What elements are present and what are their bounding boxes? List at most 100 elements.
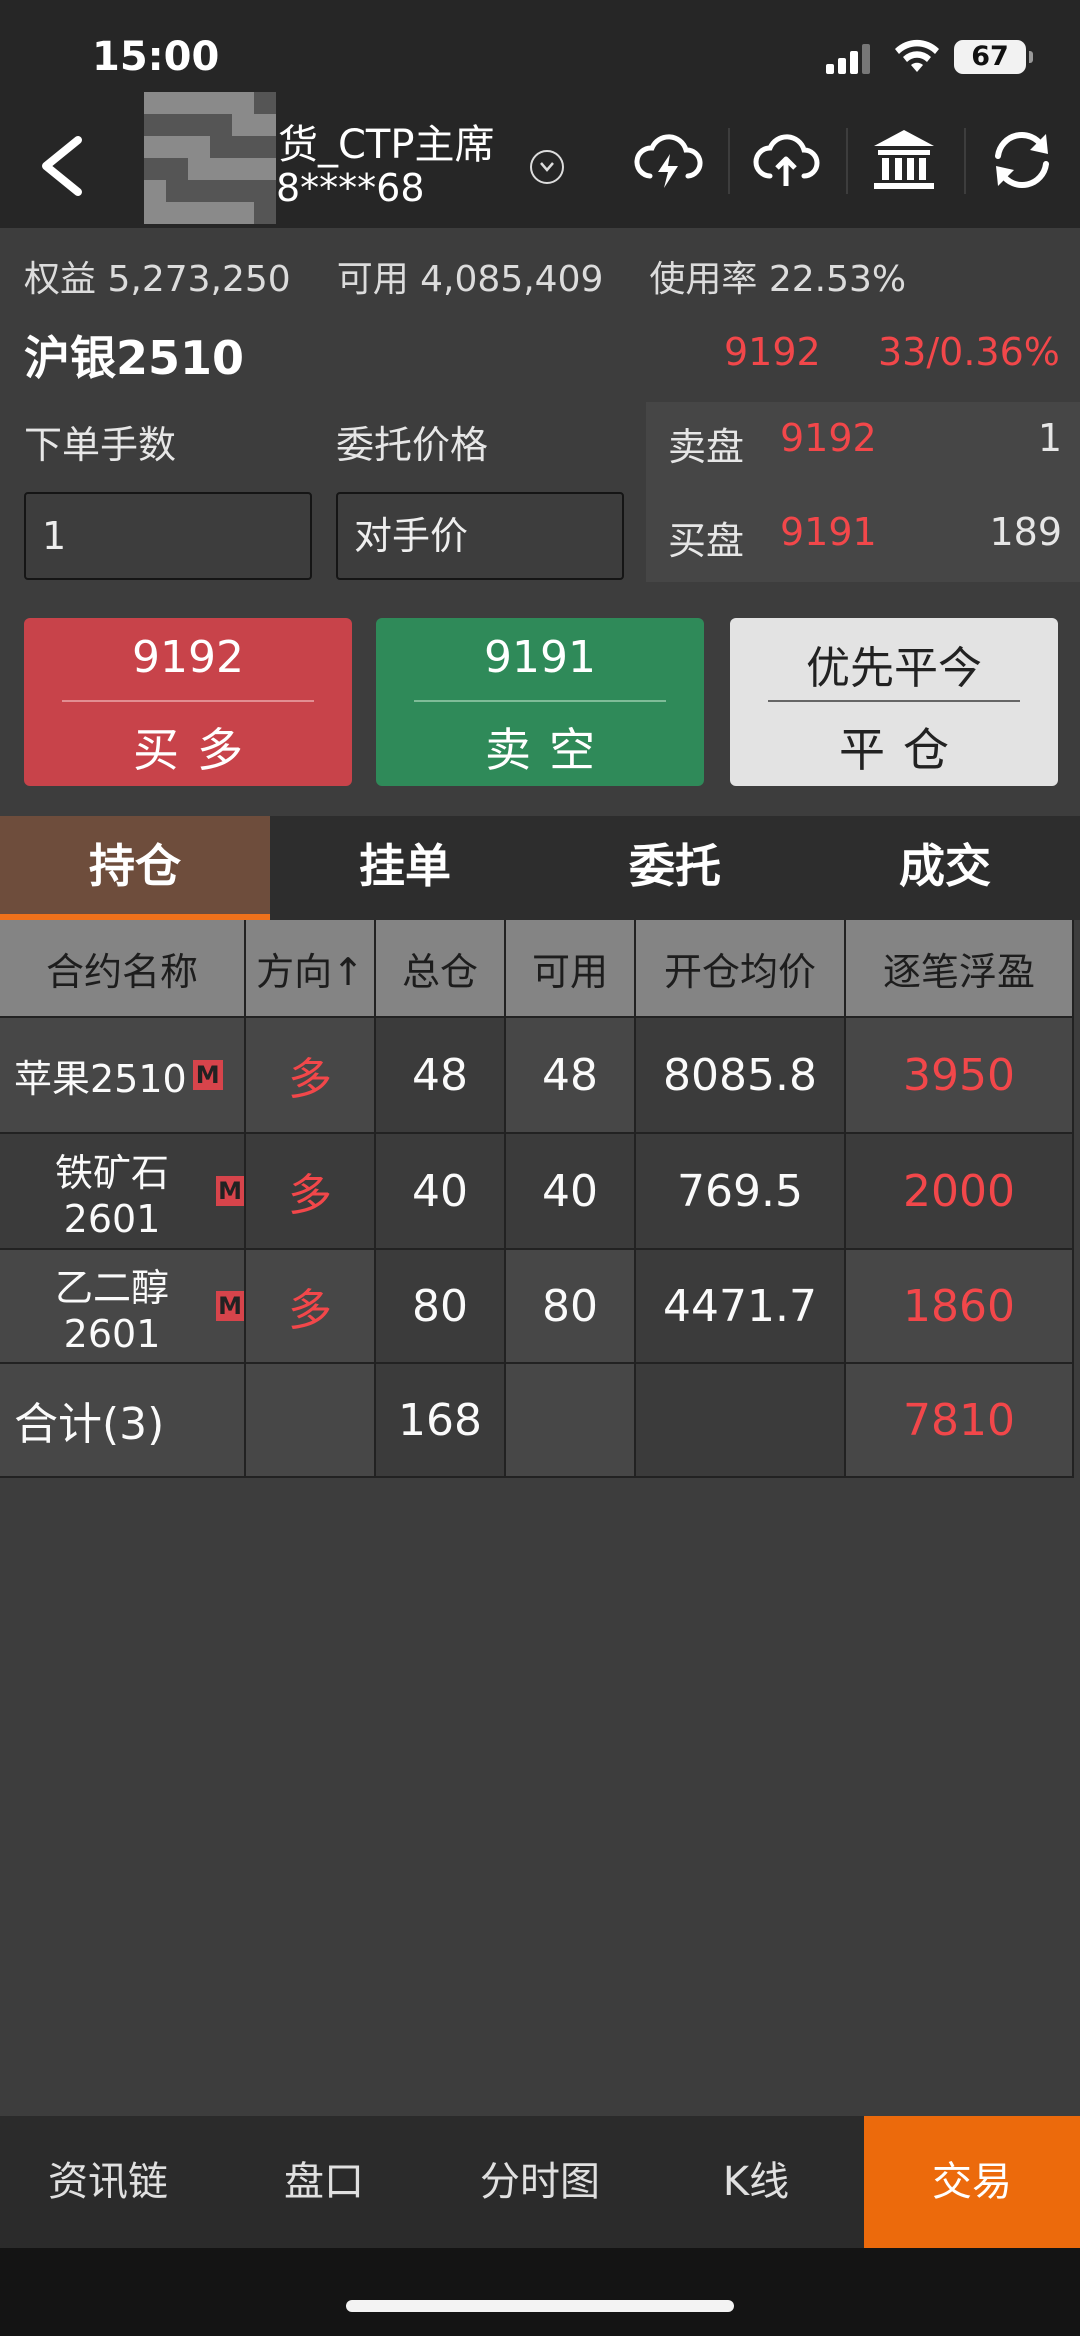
account-title[interactable]: 货_CTP主席 [278, 112, 494, 170]
ask-price: 9192 [780, 416, 877, 460]
avg-price-cell: 769.5 [636, 1134, 846, 1250]
price-change: 33/0.36% [878, 330, 1060, 374]
nav-news-chain[interactable]: 资讯链 [0, 2116, 216, 2248]
order-book: 卖盘 9192 1 买盘 9191 189 [646, 402, 1080, 582]
sell-short-button[interactable]: 9191 卖空 [376, 618, 704, 786]
table-total-row: 合计(3) 168 7810 [0, 1364, 1080, 1478]
total-direction-cell [246, 1364, 376, 1478]
tab-orders[interactable]: 委托 [540, 816, 810, 920]
tab-pending[interactable]: 挂单 [270, 816, 540, 920]
tab-trades[interactable]: 成交 [810, 816, 1080, 920]
nav-intraday-chart[interactable]: 分时图 [432, 2116, 648, 2248]
contract-cell: 铁矿石2601 M [0, 1134, 246, 1250]
button-divider [768, 700, 1020, 702]
avg-price-cell: 8085.8 [636, 1018, 846, 1134]
header-divider [964, 128, 966, 194]
col-header-avg-price[interactable]: 开仓均价 [636, 920, 846, 1018]
account-summary: 权益 5,273,250 可用 4,085,409 使用率 22.53% [24, 250, 952, 302]
close-label: 平仓 [839, 723, 967, 777]
chevron-down-icon[interactable] [530, 150, 564, 184]
battery-indicator: 67 [954, 40, 1033, 74]
pnl-cell: 1860 [846, 1250, 1074, 1364]
app-header: 15:00 67 货_CTP主席 8****68 [0, 0, 1080, 228]
account-number[interactable]: 8****68 [276, 166, 425, 210]
cloud-upload-icon[interactable] [750, 124, 822, 196]
col-header-direction[interactable]: 方向↑ [246, 920, 376, 1018]
bid-row: 买盘 9191 189 [668, 510, 1062, 565]
cloud-lightning-icon[interactable] [632, 124, 704, 196]
refresh-icon[interactable] [986, 124, 1058, 196]
usage-label: 使用率 [649, 259, 758, 300]
equity-label: 权益 [24, 259, 97, 300]
wifi-icon [895, 39, 939, 72]
direction-cell: 多 [246, 1250, 376, 1364]
bank-icon[interactable] [868, 124, 940, 196]
tab-positions[interactable]: 持仓 [0, 816, 270, 920]
status-time: 15:00 [92, 34, 220, 80]
nav-order-book[interactable]: 盘口 [216, 2116, 432, 2248]
bid-label: 买盘 [668, 519, 745, 563]
equity-value: 5,273,250 [107, 259, 291, 300]
header-divider [846, 128, 848, 194]
back-icon[interactable] [36, 134, 88, 198]
lots-input[interactable]: 1 [24, 492, 312, 580]
table-header: 合约名称 方向↑ 总仓 可用 开仓均价 逐笔浮盈 [0, 920, 1080, 1018]
total-label: 合计(3) [0, 1364, 246, 1478]
total-pnl: 7810 [846, 1364, 1074, 1478]
bottom-nav: 资讯链 盘口 分时图 K线 交易 [0, 2116, 1080, 2248]
button-divider [62, 700, 314, 702]
buy-label: 买多 [133, 723, 261, 777]
bid-price: 9191 [780, 510, 877, 554]
account-avatar [144, 92, 276, 224]
close-position-button[interactable]: 优先平今 平仓 [730, 618, 1058, 786]
contract-name[interactable]: 沪银2510 [24, 322, 244, 388]
table-row[interactable]: 乙二醇2601 M 多 80 80 4471.7 1860 [0, 1250, 1080, 1364]
m-tag-icon: M [216, 1291, 244, 1321]
available-cell: 40 [506, 1134, 636, 1250]
usage-value: 22.53% [768, 259, 907, 300]
total-avg-price-cell [636, 1364, 846, 1478]
table-row[interactable]: 苹果2510 M 多 48 48 8085.8 3950 [0, 1018, 1080, 1134]
nav-kline[interactable]: K线 [648, 2116, 864, 2248]
pnl-cell: 2000 [846, 1134, 1074, 1250]
buy-long-button[interactable]: 9192 买多 [24, 618, 352, 786]
contract-name: 苹果2510 [14, 1056, 187, 1101]
close-mode: 优先平今 [806, 643, 982, 694]
home-indicator[interactable] [346, 2300, 734, 2312]
total-cell: 80 [376, 1250, 506, 1364]
total-cell: 48 [376, 1018, 506, 1134]
contract-name: 铁矿石2601 [55, 1150, 170, 1241]
total-cell: 40 [376, 1134, 506, 1250]
last-price: 9192 [724, 330, 821, 374]
col-header-available[interactable]: 可用 [506, 920, 636, 1018]
sell-label: 卖空 [485, 723, 613, 777]
total-available-cell [506, 1364, 636, 1478]
total-lots: 168 [376, 1364, 506, 1478]
available-cell: 48 [506, 1018, 636, 1134]
col-header-pnl[interactable]: 逐笔浮盈 [846, 920, 1074, 1018]
col-header-contract[interactable]: 合约名称 [0, 920, 246, 1018]
col-header-total[interactable]: 总仓 [376, 920, 506, 1018]
available-label: 可用 [336, 259, 409, 300]
available-cell: 80 [506, 1250, 636, 1364]
price-type-select[interactable]: 对手价 [336, 492, 624, 580]
cellular-signal-icon [826, 44, 870, 74]
sell-price: 9191 [484, 632, 596, 683]
tab-bar: 持仓 挂单 委托 成交 [0, 816, 1080, 920]
button-divider [414, 700, 666, 702]
ask-qty: 1 [1037, 416, 1062, 460]
pnl-cell: 3950 [846, 1018, 1074, 1134]
header-divider [728, 128, 730, 194]
avg-price-cell: 4471.7 [636, 1250, 846, 1364]
contract-cell: 乙二醇2601 M [0, 1250, 246, 1364]
m-tag-icon: M [192, 1060, 223, 1090]
table-row[interactable]: 铁矿石2601 M 多 40 40 769.5 2000 [0, 1134, 1080, 1250]
direction-cell: 多 [246, 1134, 376, 1250]
contract-name: 乙二醇2601 [55, 1265, 170, 1356]
nav-trade[interactable]: 交易 [864, 2116, 1080, 2248]
lots-label: 下单手数 [24, 423, 177, 467]
home-indicator-area [0, 2248, 1080, 2336]
ask-row: 卖盘 9192 1 [668, 416, 1062, 471]
contract-cell: 苹果2510 M [0, 1018, 246, 1134]
price-type-label: 委托价格 [336, 423, 489, 467]
